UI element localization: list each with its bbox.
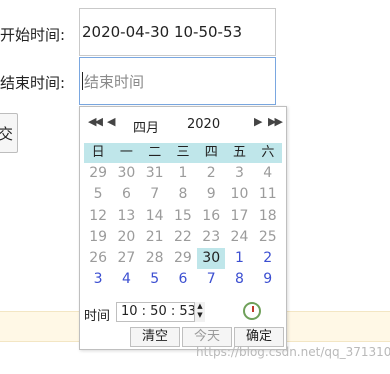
day-cell[interactable]: 2 [197,163,225,184]
weekday-label: 二 [148,145,162,160]
next-month-icon[interactable]: ▶ [254,115,263,128]
time-label: 时间 [84,309,111,324]
day-cell[interactable]: 17 [225,206,253,227]
weekday-label: 六 [261,145,275,160]
ok-button[interactable]: 确定 [234,327,284,347]
next-year-icon[interactable]: ▶▶ [268,115,283,128]
spin-down-icon[interactable]: ▼ [195,311,205,320]
day-cell[interactable]: 5 [141,269,169,290]
clear-button[interactable]: 清空 [130,327,180,347]
weekday-label: 一 [119,145,133,160]
day-cell[interactable]: 7 [197,269,225,290]
day-cell[interactable]: 19 [84,227,112,248]
day-cell[interactable]: 5 [84,184,112,205]
day-cell[interactable]: 8 [169,184,197,205]
day-cell[interactable]: 21 [141,227,169,248]
watermark-text: https://blog.csdn.net/qq_37131037 [196,345,390,359]
day-cell[interactable]: 28 [141,248,169,269]
day-cell[interactable]: 7 [141,184,169,205]
day-cell[interactable]: 9 [254,269,282,290]
calendar-grid: 日一二三四五六 29 30 31 1 2 3 4 5 6 7 8 9 10 11 12 13 14 15 16 17 1… [84,143,282,291]
day-cell[interactable]: 15 [169,206,197,227]
day-cell[interactable]: 16 [197,206,225,227]
picker-year[interactable]: 2020 [187,117,220,132]
picker-buttons: 清空 今天 确定 [130,327,286,347]
day-cell[interactable]: 29 [169,248,197,269]
day-cell[interactable]: 12 [84,206,112,227]
submit-button-label: 交 [0,124,13,143]
weekday-label: 三 [176,145,190,160]
day-cell[interactable]: 22 [169,227,197,248]
end-time-placeholder: 结束时间 [84,72,145,91]
prev-year-icon[interactable]: ◀◀ [88,115,103,128]
start-time-label: 开始时间: [0,26,66,44]
day-cell[interactable]: 13 [112,206,140,227]
prev-month-icon[interactable]: ◀ [107,115,116,128]
day-cell[interactable]: 3 [84,269,112,290]
day-cell[interactable]: 4 [112,269,140,290]
day-cell[interactable]: 6 [112,184,140,205]
day-cell[interactable]: 24 [225,227,253,248]
day-cell[interactable]: 18 [254,206,282,227]
start-time-value: 2020-04-30 10-50-53 [82,23,243,41]
picker-month[interactable]: 四月 [133,117,159,136]
day-cell[interactable]: 2 [254,248,282,269]
time-spinner[interactable]: ▲ ▼ [194,302,205,322]
day-cell[interactable]: 20 [112,227,140,248]
day-cell[interactable]: 10 [225,184,253,205]
start-time-input[interactable]: 2020-04-30 10-50-53 [79,8,276,56]
day-cell[interactable]: 6 [169,269,197,290]
time-input[interactable]: 10 : 50 : 53 [116,302,204,322]
submit-button[interactable]: 交 [0,113,18,153]
end-time-input[interactable]: 结束时间 [79,57,276,105]
day-cell[interactable]: 1 [225,248,253,269]
day-cell[interactable]: 29 [84,163,112,184]
clock-icon[interactable] [243,302,261,320]
day-cell[interactable]: 23 [197,227,225,248]
spin-up-icon[interactable]: ▲ [195,302,205,311]
day-cell[interactable]: 30 [112,163,140,184]
weekday-label: 四 [204,145,218,160]
day-cell[interactable]: 8 [225,269,253,290]
day-cell[interactable]: 3 [225,163,253,184]
time-value: 10 : 50 : 53 [121,304,196,319]
days-grid: 29 30 31 1 2 3 4 5 6 7 8 9 10 11 12 13 14 15 16 17 18 19 20 21 2… [84,163,282,291]
day-cell[interactable]: 1 [169,163,197,184]
weekday-header: 日一二三四五六 [84,143,282,163]
day-cell[interactable]: 11 [254,184,282,205]
day-cell[interactable]: 27 [112,248,140,269]
weekday-label: 日 [91,145,105,160]
date-picker-popup: ◀◀ ◀ 四月 2020 ▶ ▶▶ 日一二三四五六 29 30 31 1 2 3 4 5 6 7 8… [79,106,287,350]
day-cell[interactable]: 26 [84,248,112,269]
today-button[interactable]: 今天 [182,327,232,347]
day-cell[interactable]: 4 [254,163,282,184]
day-cell-selected[interactable]: 30 [197,248,226,270]
end-time-label: 结束时间: [0,74,66,92]
day-cell[interactable]: 25 [254,227,282,248]
day-cell[interactable]: 14 [141,206,169,227]
weekday-label: 五 [233,145,247,160]
time-bar: 时间 10 : 50 : 53 ▲ ▼ [82,301,282,324]
day-cell[interactable]: 9 [197,184,225,205]
day-cell[interactable]: 31 [141,163,169,184]
text-caret [82,72,83,90]
picker-header: ◀◀ ◀ 四月 2020 ▶ ▶▶ [80,107,286,141]
